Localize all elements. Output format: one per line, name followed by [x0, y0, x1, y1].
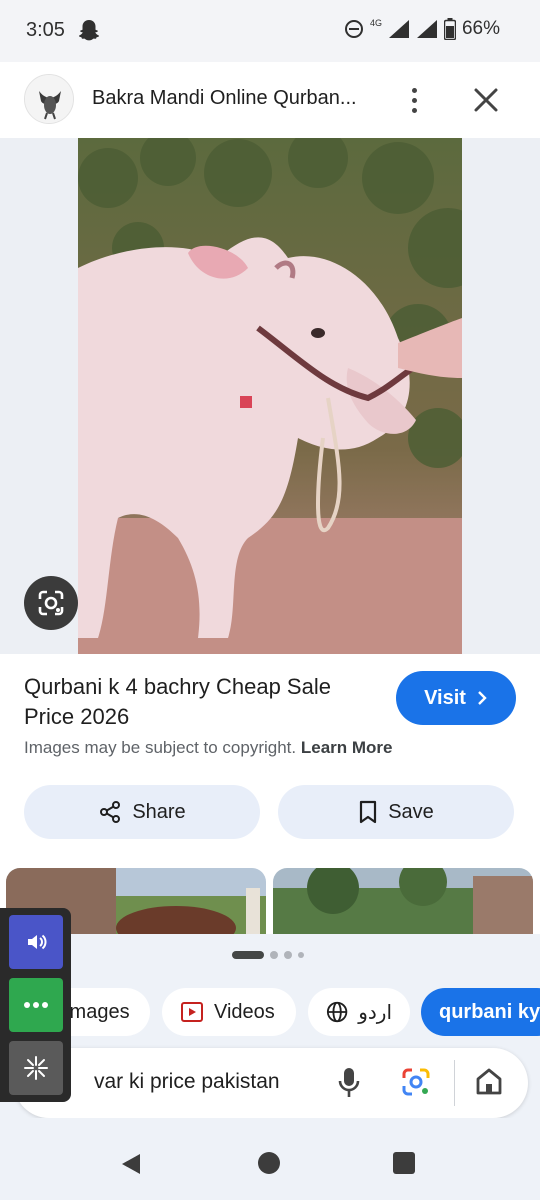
battery-percent: 66% — [461, 18, 500, 39]
lens-search-button[interactable] — [400, 1065, 432, 1104]
learn-more-link[interactable]: Learn More — [301, 738, 393, 757]
bookmark-icon — [360, 800, 377, 824]
mic-icon — [338, 1068, 360, 1097]
close-button[interactable] — [468, 82, 504, 118]
search-divider — [454, 1060, 455, 1106]
dnd-icon — [344, 20, 363, 38]
volume-icon — [28, 934, 47, 950]
google-lens-icon — [38, 590, 64, 616]
visit-label: Visit — [424, 686, 466, 709]
google-lens-icon — [402, 1068, 430, 1096]
status-icons: 4G 66% — [344, 18, 500, 40]
signal-icon-2 — [416, 20, 437, 38]
save-button[interactable]: Save — [278, 785, 514, 839]
chevron-right-icon — [478, 691, 487, 705]
google-lens-button[interactable] — [24, 576, 78, 630]
chip-label: Images — [64, 1000, 130, 1023]
copyright-notice: Images may be subject to copyright. Lear… — [24, 738, 393, 758]
globe-icon — [326, 1001, 348, 1023]
home-icon — [476, 1068, 502, 1095]
copyright-text: Images may be subject to copyright. — [24, 738, 297, 757]
network-label: 4G — [369, 18, 382, 28]
signal-icon — [388, 20, 409, 38]
spark-icon — [24, 1056, 48, 1080]
visit-button[interactable]: Visit — [396, 671, 516, 725]
related-thumbnail[interactable] — [273, 868, 533, 936]
status-bar: 3:05 4G 66% — [0, 0, 540, 62]
share-icon — [100, 801, 121, 823]
save-label: Save — [388, 800, 434, 823]
image-title: Qurbani k 4 bachry Cheap Sale Price 2026 — [24, 674, 331, 729]
volume-button[interactable] — [9, 915, 63, 969]
site-logo[interactable] — [24, 74, 74, 124]
nav-home-button[interactable] — [258, 1152, 280, 1174]
screenshot-button[interactable] — [9, 1041, 63, 1095]
search-input[interactable]: var ki price pakistan — [94, 1070, 280, 1094]
chip-label: اردو — [358, 1001, 392, 1024]
chip-label: qurbani ky — [439, 1000, 540, 1023]
share-button[interactable]: Share — [24, 785, 260, 839]
image-preview-area — [0, 138, 540, 654]
viewer-header: Bakra Mandi Online Qurban... — [0, 62, 540, 138]
search-bottom-sheet: Images Videos اردو qurbani ky var ki pri… — [0, 934, 540, 1118]
source-title[interactable]: Bakra Mandi Online Qurban... — [92, 87, 372, 110]
search-bar[interactable]: var ki price pakistan — [14, 1048, 528, 1118]
image-details: Qurbani k 4 bachry Cheap Sale Price 2026… — [0, 654, 540, 868]
more-options-button[interactable] — [398, 80, 430, 120]
floating-panel — [0, 908, 71, 1102]
more-horiz-icon — [24, 1002, 48, 1008]
back-triangle-icon — [122, 1154, 140, 1174]
more-vert-icon — [411, 87, 417, 93]
menu-button[interactable] — [9, 978, 63, 1032]
battery-icon — [443, 18, 456, 40]
home-button[interactable] — [474, 1064, 504, 1103]
video-icon — [181, 1002, 203, 1022]
ghost-icon — [78, 18, 100, 47]
voice-search-button[interactable] — [336, 1065, 362, 1106]
page-indicator — [232, 951, 304, 959]
chip-urdu[interactable]: اردو — [308, 988, 410, 1036]
system-nav-bar — [0, 1118, 540, 1200]
nav-back-button[interactable] — [120, 1152, 142, 1181]
status-time: 3:05 — [26, 19, 65, 41]
chip-label: Videos — [214, 1000, 275, 1023]
share-label: Share — [132, 800, 186, 823]
nav-recents-button[interactable] — [393, 1152, 415, 1174]
cow-photo[interactable] — [78, 138, 462, 654]
chip-qurbani[interactable]: qurbani ky — [421, 988, 540, 1036]
chip-videos[interactable]: Videos — [162, 988, 296, 1036]
related-images — [0, 868, 540, 936]
close-icon — [474, 88, 498, 112]
